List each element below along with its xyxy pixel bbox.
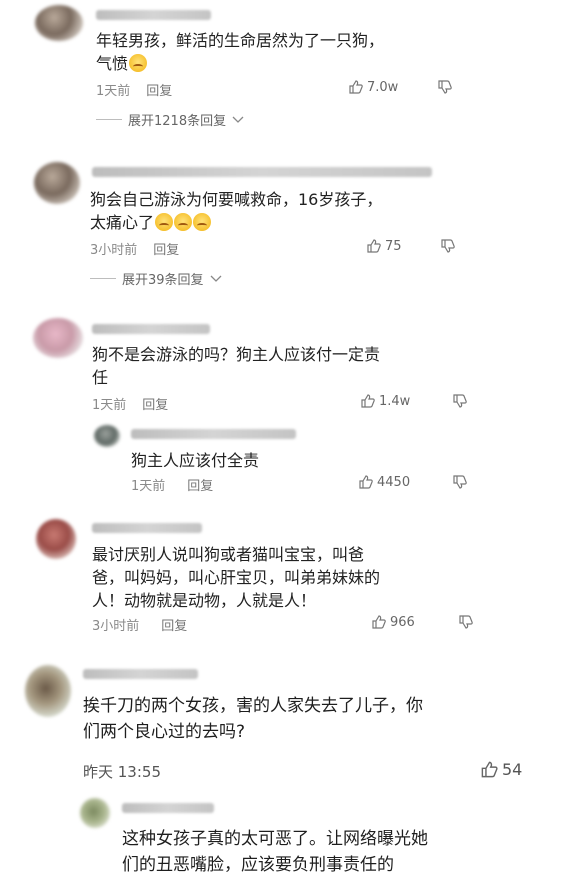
timestamp: 1天前 (92, 398, 127, 413)
avatar[interactable] (80, 798, 110, 828)
comment-meta: 3小时前 回复 (92, 615, 187, 634)
like-button[interactable]: 4450 (358, 474, 410, 490)
avatar[interactable] (34, 162, 80, 204)
like-button[interactable]: 54 (480, 760, 522, 779)
comment-meta: 1天前 回复 (96, 80, 172, 99)
comment-meta: 1天前 回复 (92, 394, 168, 413)
thumbs-down-icon (441, 239, 455, 253)
emoji-icon (193, 213, 212, 231)
comment-text: 年轻男孩，鲜活的生命居然为了一只狗， 气愤 (96, 31, 385, 73)
avatar[interactable] (35, 5, 83, 41)
comment-text: 狗会自己游泳为何要喊救命，16岁孩子， 太痛心了 (90, 190, 383, 232)
chevron-down-icon (232, 116, 244, 123)
comment-meta: 1天前 回复 (131, 475, 213, 494)
thumbs-up-icon (359, 475, 373, 489)
username[interactable] (92, 324, 210, 334)
like-button[interactable]: 7.0w (348, 79, 398, 95)
thumbs-down-icon (459, 615, 473, 629)
dislike-button[interactable] (440, 238, 456, 254)
chevron-down-icon (210, 275, 222, 282)
like-count: 54 (502, 760, 523, 779)
thumbs-down-icon (453, 475, 467, 489)
like-count: 7.0w (367, 79, 399, 95)
dislike-button[interactable] (437, 79, 453, 95)
reply-button[interactable]: 回复 (142, 398, 168, 413)
comment-text: 最讨厌别人说叫狗或者猫叫宝宝，叫爸 爸，叫妈妈，叫心肝宝贝，叫弟弟妹妹的 人！动… (92, 545, 381, 610)
username[interactable] (92, 167, 432, 177)
like-count: 75 (385, 238, 402, 254)
thumbs-up-icon (367, 239, 381, 253)
emoji-icon (174, 213, 193, 231)
like-count: 4450 (377, 474, 411, 490)
avatar[interactable] (36, 519, 76, 559)
comment-text: 挨千刀的两个女孩，害的人家失去了儿子，你 们两个良心过的去吗? (83, 696, 423, 742)
timestamp: 昨天 13:55 (83, 763, 161, 781)
avatar[interactable] (25, 665, 71, 717)
dislike-button[interactable] (452, 474, 468, 490)
thumbs-down-icon (453, 394, 467, 408)
like-count: 1.4w (379, 393, 411, 409)
username[interactable] (92, 523, 202, 533)
thumbs-down-icon (438, 80, 452, 94)
timestamp: 3小时前 (90, 243, 138, 258)
reply-button[interactable]: 回复 (187, 479, 213, 494)
comment-text: 狗不是会游泳的吗？狗主人应该付一定责 任 (92, 345, 381, 387)
comment-meta: 3小时前 回复 (90, 239, 179, 258)
reply-button[interactable]: 回复 (161, 619, 187, 634)
reply-button[interactable]: 回复 (146, 84, 172, 99)
timestamp: 3小时前 (92, 619, 140, 634)
thumbs-up-icon (349, 80, 363, 94)
divider (96, 119, 122, 120)
username[interactable] (131, 429, 296, 439)
thumbs-up-icon (481, 761, 498, 778)
divider (90, 278, 116, 279)
emoji-icon (129, 54, 148, 72)
username[interactable] (83, 669, 198, 679)
like-button[interactable]: 966 (371, 614, 415, 630)
username[interactable] (96, 10, 211, 20)
avatar[interactable] (94, 425, 120, 447)
like-button[interactable]: 75 (366, 238, 402, 254)
reply-button[interactable]: 回复 (153, 243, 179, 258)
like-count: 966 (390, 614, 415, 630)
username[interactable] (122, 803, 214, 813)
reply-text: 狗主人应该付全责 (131, 451, 260, 470)
thumbs-up-icon (361, 394, 375, 408)
like-button[interactable]: 1.4w (360, 393, 410, 409)
thumbs-up-icon (372, 615, 386, 629)
emoji-icon (155, 213, 174, 231)
expand-replies-button[interactable]: 展开1218条回复 (96, 110, 244, 129)
expand-replies-button[interactable]: 展开39条回复 (90, 269, 222, 288)
dislike-button[interactable] (458, 614, 474, 630)
reply-text: 这种女孩子真的太可恶了。让网络曝光她 们的丑恶嘴脸，应该要负刑事责任的 (122, 829, 428, 875)
dislike-button[interactable] (452, 393, 468, 409)
timestamp: 1天前 (96, 84, 131, 99)
timestamp: 1天前 (131, 479, 166, 494)
avatar[interactable] (33, 318, 83, 358)
